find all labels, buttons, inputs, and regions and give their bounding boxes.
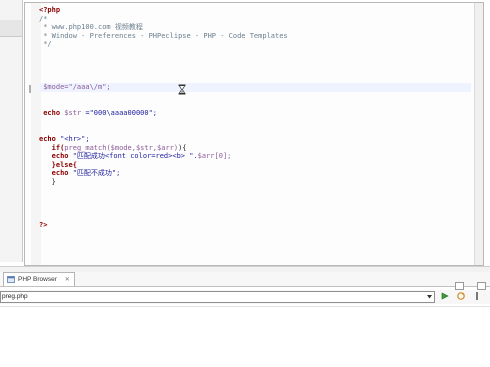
minimize-button[interactable] [455, 282, 465, 290]
code-token: $str [64, 109, 82, 118]
code-token: * www.php100.com 视频教程 [39, 23, 143, 32]
code-token: * Window - Preferences - PHPeclipse - PH… [39, 31, 288, 40]
code-token: echo [39, 169, 73, 178]
stop-icon[interactable] [472, 291, 482, 301]
code-line[interactable] [39, 92, 471, 101]
code-area[interactable]: <?php/* * www.php100.com 视频教程 * Window -… [39, 6, 471, 229]
code-token: echo [39, 152, 73, 161]
code-line[interactable]: echo "匹配不成功"; [39, 169, 471, 178]
code-line[interactable] [39, 49, 471, 58]
url-input[interactable]: preg.php [0, 291, 435, 303]
code-line[interactable] [39, 66, 471, 75]
browser-content [0, 306, 490, 367]
code-token: ){ [178, 143, 187, 152]
code-token: echo [39, 109, 65, 118]
code-line[interactable] [39, 212, 471, 221]
code-line[interactable] [39, 186, 471, 195]
refresh-icon[interactable] [456, 291, 466, 301]
code-line[interactable] [39, 118, 471, 127]
hourglass-icon [178, 84, 186, 95]
code-line[interactable]: }else{ [39, 161, 471, 170]
code-line[interactable] [39, 126, 471, 135]
code-line[interactable]: if(preg_match($mode,$str,$arr)){ [39, 144, 471, 153]
code-line[interactable] [39, 58, 471, 67]
code-token: preg_match($mode,$str,$arr) [64, 143, 179, 152]
code-line[interactable] [39, 75, 471, 84]
code-token: } [39, 177, 56, 186]
code-token: ="000\aaaa00000"; [81, 109, 158, 118]
editor-overview-ruler[interactable] [474, 3, 483, 265]
code-line[interactable] [39, 204, 471, 213]
code-line[interactable]: /* [39, 15, 471, 24]
bottom-view-tabbar: PHP Browser ✕ [0, 272, 490, 290]
code-token: if( [39, 143, 65, 152]
tab-php-browser[interactable]: PHP Browser ✕ [3, 272, 75, 286]
globe-icon [7, 276, 15, 283]
code-token: "匹配不成功"; [72, 169, 121, 178]
go-arrow-icon[interactable] [440, 291, 450, 301]
code-line[interactable]: echo $str ="000\aaaa00000"; [39, 109, 471, 118]
code-line[interactable]: * www.php100.com 视频教程 [39, 23, 471, 32]
code-token: "匹配成功<font color=red><b> ". [72, 152, 198, 161]
tab-label: PHP Browser [18, 276, 57, 283]
code-line[interactable]: echo "匹配成功<font color=red><b> ".$arr[0]; [39, 152, 471, 161]
code-editor[interactable]: <?php/* * www.php100.com 视频教程 * Window -… [24, 2, 484, 266]
close-icon[interactable]: ✕ [65, 274, 70, 287]
code-token: echo [39, 134, 61, 143]
browser-url-bar: preg.php [0, 290, 490, 304]
ide-window: <?php/* * www.php100.com 视频教程 * Window -… [0, 0, 490, 367]
code-line[interactable]: * Window - Preferences - PHPeclipse - PH… [39, 32, 471, 41]
code-token: /* [39, 14, 48, 23]
code-line[interactable] [39, 195, 471, 204]
left-side-view [0, 0, 23, 262]
code-line[interactable]: */ [39, 40, 471, 49]
code-token: <?php [39, 6, 61, 14]
code-line[interactable]: <?php [39, 6, 471, 15]
code-token: */ [39, 40, 52, 49]
code-line[interactable]: } [39, 178, 471, 187]
code-line[interactable] [39, 101, 471, 110]
left-view-tab[interactable] [0, 20, 22, 37]
line-marker [29, 85, 31, 93]
code-token: ?> [39, 220, 48, 229]
code-token: "<hr>"; [60, 134, 90, 143]
maximize-button[interactable] [477, 282, 486, 290]
code-token: $mode="/aaa\/m"; [39, 83, 111, 92]
chevron-down-icon[interactable] [426, 292, 433, 301]
code-line[interactable]: echo "<hr>"; [39, 135, 471, 144]
code-token: }else{ [39, 160, 77, 169]
code-token: $arr[0]; [197, 152, 232, 161]
code-line[interactable]: ?> [39, 221, 471, 230]
code-line[interactable]: $mode="/aaa\/m"; [39, 83, 471, 92]
